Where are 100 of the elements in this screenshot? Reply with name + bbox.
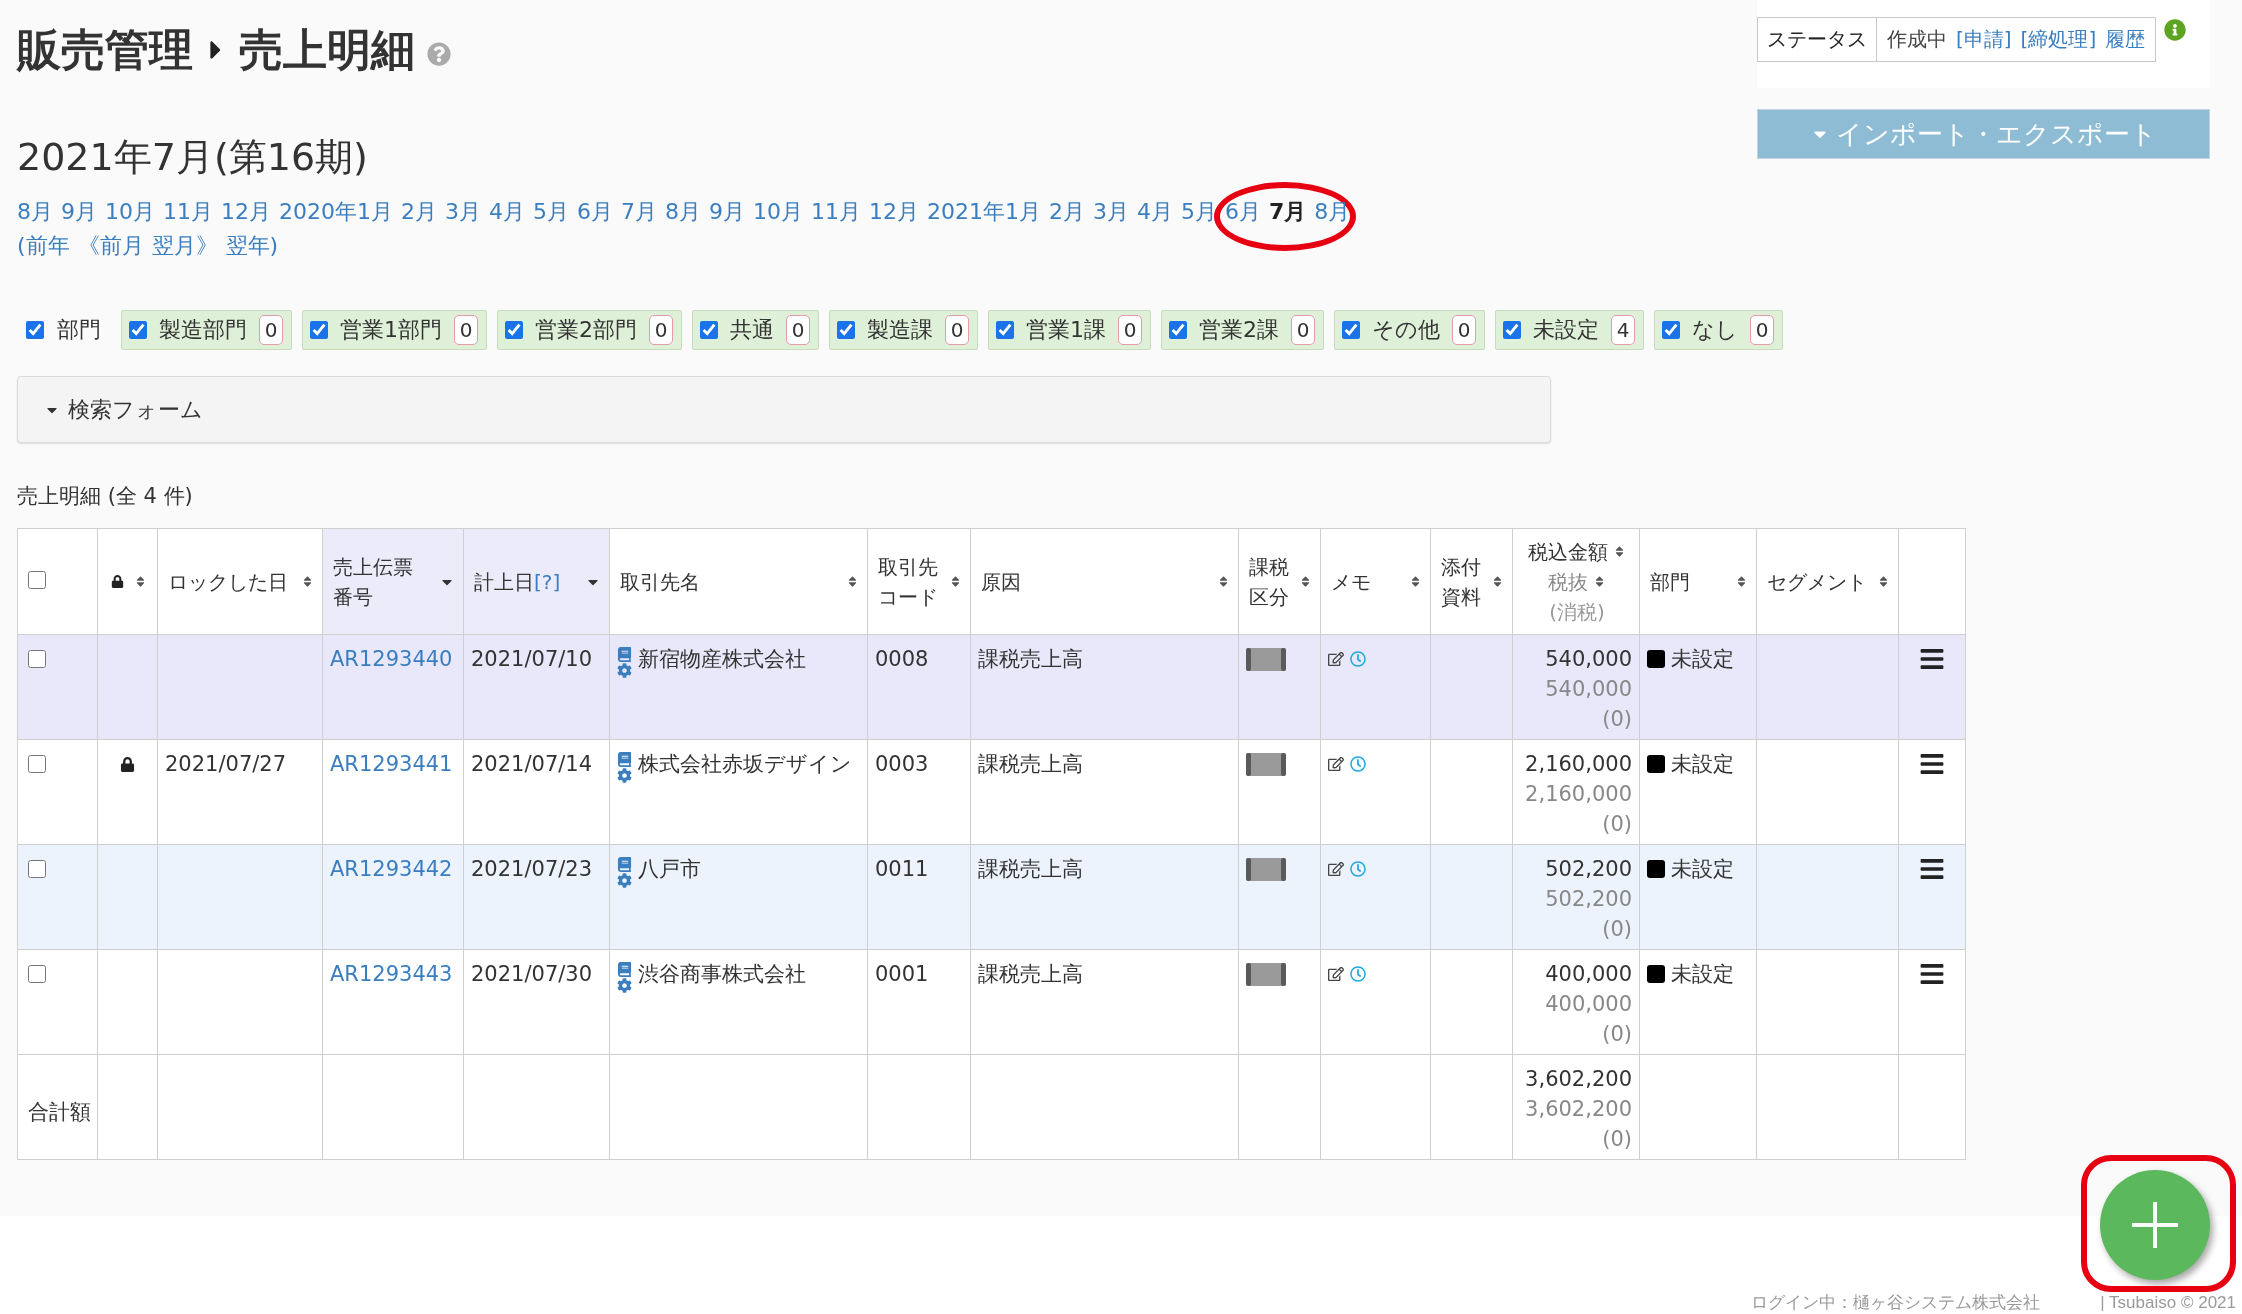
status-link[interactable]: 履歴: [2105, 26, 2146, 53]
book-icon[interactable]: [617, 752, 632, 767]
menu-icon[interactable]: [1919, 751, 1945, 777]
menu-icon[interactable]: [1919, 646, 1945, 672]
row-checkbox[interactable]: [28, 965, 46, 983]
gear-icon[interactable]: [617, 663, 632, 678]
sort-icon[interactable]: [301, 575, 314, 588]
gear-icon[interactable]: [617, 873, 632, 888]
period-nav-link[interactable]: (前年: [17, 229, 70, 263]
filter-label: 営業2部門: [535, 316, 637, 344]
sort-icon[interactable]: [1877, 575, 1890, 588]
column-note: (消税): [1549, 598, 1605, 626]
column-header[interactable]: メモ: [1331, 566, 1371, 597]
sort-icon[interactable]: [1593, 575, 1606, 588]
department-checkbox[interactable]: [26, 321, 44, 339]
filter-checkbox[interactable]: [837, 321, 855, 339]
sort-icon[interactable]: [1217, 575, 1230, 588]
filter-checkbox[interactable]: [1169, 321, 1187, 339]
column-header[interactable]: 取引先名: [620, 566, 700, 597]
clock-icon[interactable]: [1350, 651, 1366, 667]
month-link[interactable]: 3月: [445, 199, 481, 224]
clock-icon[interactable]: [1350, 861, 1366, 877]
column-header[interactable]: 税込金額: [1528, 536, 1608, 567]
filter-checkbox[interactable]: [310, 321, 328, 339]
month-link[interactable]: 12月: [869, 199, 919, 224]
gear-icon[interactable]: [617, 978, 632, 993]
slip-number-link[interactable]: AR1293442: [330, 857, 453, 881]
slip-number-link[interactable]: AR1293443: [330, 962, 453, 986]
filter-checkbox[interactable]: [1662, 321, 1680, 339]
month-link[interactable]: 5月: [1181, 199, 1217, 224]
customer-name: 八戸市: [638, 856, 701, 883]
month-link[interactable]: 12月: [221, 199, 271, 224]
month-link[interactable]: 11月: [811, 199, 861, 224]
search-form-title[interactable]: 検索フォーム: [68, 394, 203, 425]
book-icon[interactable]: [617, 857, 632, 872]
row-checkbox[interactable]: [28, 860, 46, 878]
column-header[interactable]: 部門: [1650, 566, 1690, 597]
month-link[interactable]: 7月: [621, 199, 657, 224]
month-link[interactable]: 2月: [401, 199, 437, 224]
month-link[interactable]: 9月: [61, 199, 97, 224]
info-icon[interactable]: [2164, 19, 2187, 41]
month-link[interactable]: 10月: [753, 199, 803, 224]
reason-text: 課税売上高: [978, 962, 1083, 986]
filter-checkbox[interactable]: [129, 321, 147, 339]
sort-icon[interactable]: [1491, 575, 1504, 588]
month-link[interactable]: 4月: [1137, 199, 1173, 224]
status-link[interactable]: [申請]: [1956, 26, 2012, 53]
filter-checkbox[interactable]: [1342, 321, 1360, 339]
period-nav-link[interactable]: 翌年): [225, 229, 279, 263]
month-link[interactable]: 8月: [665, 199, 701, 224]
clock-icon[interactable]: [1350, 756, 1366, 772]
help-link[interactable]: [?]: [534, 566, 561, 597]
slip-number-link[interactable]: AR1293440: [330, 647, 453, 671]
row-checkbox[interactable]: [28, 755, 46, 773]
month-link[interactable]: 2月: [1049, 199, 1085, 224]
month-link[interactable]: 2020年1月: [279, 199, 393, 224]
month-link[interactable]: 3月: [1093, 199, 1129, 224]
month-link[interactable]: 6月: [1225, 199, 1261, 224]
filter-checkbox[interactable]: [700, 321, 718, 339]
slip-number-link[interactable]: AR1293441: [330, 752, 453, 776]
sort-icon[interactable]: [846, 575, 859, 588]
menu-icon[interactable]: [1919, 856, 1945, 882]
edit-icon[interactable]: [1328, 651, 1344, 667]
period-nav-link[interactable]: 翌月》: [151, 229, 218, 263]
month-link[interactable]: 10月: [105, 199, 155, 224]
breadcrumb-link[interactable]: 販売管理: [17, 20, 193, 80]
month-link[interactable]: 6月: [577, 199, 613, 224]
filter-checkbox[interactable]: [505, 321, 523, 339]
month-link[interactable]: 8月: [17, 199, 53, 224]
clock-icon[interactable]: [1350, 966, 1366, 982]
status-link[interactable]: [締処理]: [2020, 26, 2097, 53]
sort-icon[interactable]: [949, 575, 962, 588]
customer-name: 渋谷商事株式会社: [638, 961, 806, 988]
month-link[interactable]: 11月: [163, 199, 213, 224]
sort-icon[interactable]: [1409, 575, 1422, 588]
month-link[interactable]: 4月: [489, 199, 525, 224]
customer-code: 0008: [875, 647, 929, 671]
edit-icon[interactable]: [1328, 861, 1344, 877]
filter-checkbox[interactable]: [1503, 321, 1521, 339]
month-link[interactable]: 7月: [1269, 199, 1307, 224]
month-link[interactable]: 9月: [709, 199, 745, 224]
month-link[interactable]: 2021年1月: [927, 199, 1041, 224]
sort-icon[interactable]: [1299, 575, 1312, 588]
book-icon[interactable]: [617, 962, 632, 977]
edit-icon[interactable]: [1328, 966, 1344, 982]
sort-icon[interactable]: [1735, 575, 1748, 588]
edit-icon[interactable]: [1328, 756, 1344, 772]
period-nav-link[interactable]: 《前月: [77, 229, 144, 263]
row-checkbox[interactable]: [28, 650, 46, 668]
select-all-checkbox[interactable]: [28, 570, 46, 589]
filter-checkbox[interactable]: [996, 321, 1014, 339]
month-link[interactable]: 8月: [1314, 199, 1351, 224]
menu-icon[interactable]: [1919, 961, 1945, 987]
column-header[interactable]: 計上日: [474, 566, 534, 597]
month-link[interactable]: 5月: [533, 199, 569, 224]
sort-icon[interactable]: [1613, 545, 1626, 558]
gear-icon[interactable]: [617, 768, 632, 783]
column-subheader[interactable]: 税抜: [1548, 566, 1588, 597]
column-header[interactable]: 原因: [981, 566, 1021, 597]
book-icon[interactable]: [617, 647, 632, 662]
